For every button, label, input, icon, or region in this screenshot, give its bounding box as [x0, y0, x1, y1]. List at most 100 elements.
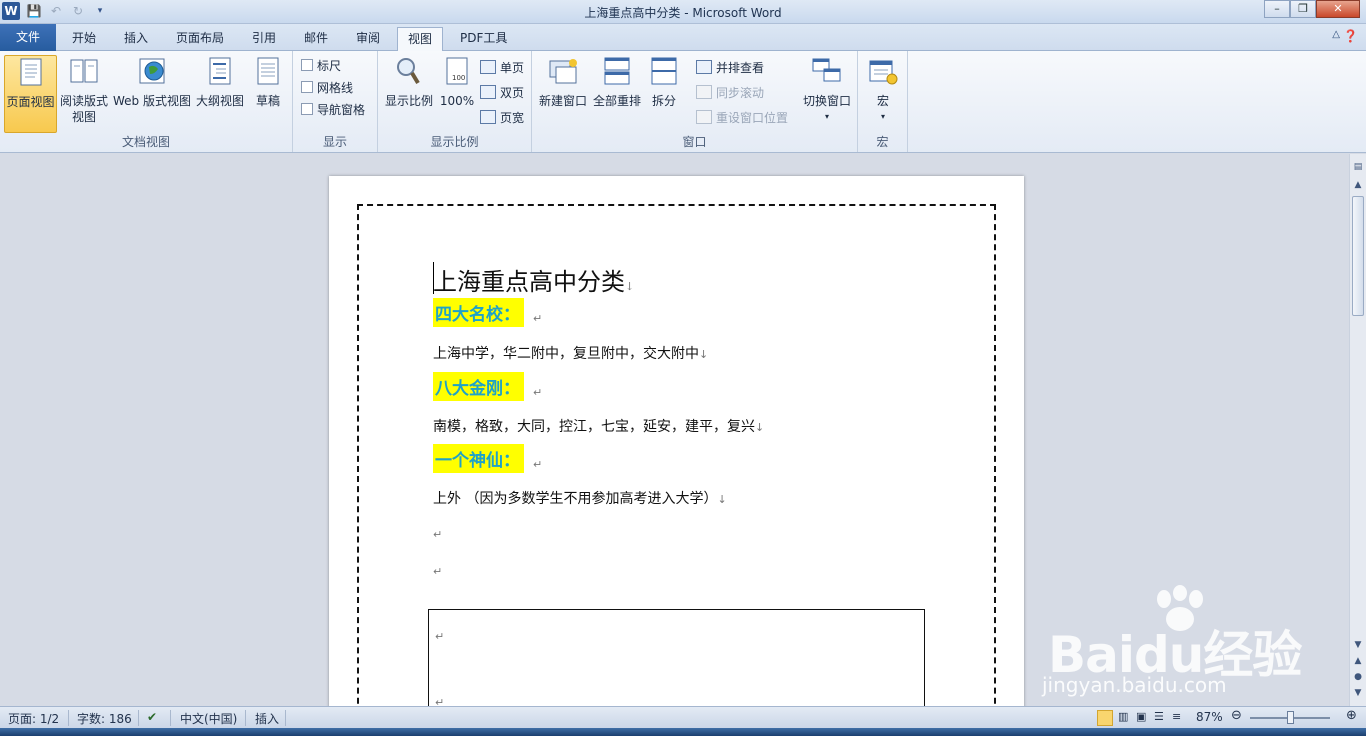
- group-label-macros: 宏: [876, 135, 889, 149]
- two-pages-icon: [480, 85, 496, 99]
- page-width-button[interactable]: 页宽: [480, 107, 524, 127]
- split-button[interactable]: 拆分: [644, 55, 684, 109]
- paragraph-mark: ↵: [533, 458, 543, 471]
- side-by-side-icon: [696, 60, 712, 74]
- macros-button[interactable]: 宏 ▾: [864, 55, 902, 125]
- tab-home[interactable]: 开始: [62, 27, 106, 51]
- web-layout-button[interactable]: Web 版式视图: [111, 55, 193, 109]
- synchronous-scrolling-button[interactable]: 同步滚动: [696, 82, 764, 102]
- page-width-icon: [480, 110, 496, 124]
- tab-references[interactable]: 引用: [242, 27, 286, 51]
- heading-four-schools[interactable]: 四大名校：: [433, 298, 524, 327]
- ribbon-tabs: 文件 开始 插入 页面布局 引用 邮件 审阅 视图 PDF工具 △ ❓: [0, 24, 1366, 52]
- switch-windows-button[interactable]: 切换窗口 ▾: [800, 55, 854, 125]
- vertical-scrollbar[interactable]: ▤ ▲ ▼ ▲ ● ▼: [1349, 154, 1366, 706]
- tab-file[interactable]: 文件: [0, 24, 56, 51]
- group-show: 标尺 网格线 导航窗格 显示: [293, 51, 378, 152]
- close-button[interactable]: ✕: [1316, 0, 1360, 18]
- tab-mailings[interactable]: 邮件: [294, 27, 338, 51]
- view-side-by-side-button[interactable]: 并排查看: [696, 57, 764, 77]
- group-document-views: 页面视图 阅读版式 视图 Web 版式视图 大纲视图 草稿 文档视图: [0, 51, 293, 152]
- zoom-100-button[interactable]: 100 100%: [438, 55, 476, 109]
- maximize-button[interactable]: ❐: [1290, 0, 1316, 18]
- next-page-icon[interactable]: ▼: [1350, 688, 1366, 702]
- minimize-button[interactable]: –: [1264, 0, 1290, 18]
- print-layout-view-icon[interactable]: [1097, 710, 1113, 726]
- word-count[interactable]: 字数: 186: [77, 710, 132, 727]
- one-page-button[interactable]: 单页: [480, 57, 524, 77]
- scroll-thumb[interactable]: [1352, 196, 1364, 316]
- ruler-check-icon: [301, 59, 313, 71]
- full-screen-reading-button[interactable]: 阅读版式 视图: [58, 55, 110, 125]
- print-layout-button[interactable]: 页面视图: [4, 55, 57, 133]
- heading-one-school[interactable]: 一个神仙：: [433, 444, 524, 473]
- magnifier-icon: [397, 58, 420, 85]
- tab-insert[interactable]: 插入: [114, 27, 158, 51]
- line-break-mark: ↓: [717, 493, 727, 506]
- document-page[interactable]: 上海重点高中分类↓ 四大名校： ↵ 上海中学，华二附中，复旦附中，交大附中↓ 八…: [329, 176, 1024, 706]
- ruler-toggle-icon[interactable]: ▤: [1350, 162, 1366, 176]
- navpane-check-icon: [301, 103, 313, 115]
- navigation-pane-checkbox[interactable]: 导航窗格: [301, 99, 365, 119]
- textbox-paragraph-mark: ↵: [435, 696, 445, 706]
- tab-view[interactable]: 视图: [397, 27, 444, 52]
- ruler-checkbox[interactable]: 标尺: [301, 55, 341, 75]
- new-window-icon: [549, 59, 577, 84]
- gridlines-checkbox[interactable]: 网格线: [301, 77, 353, 97]
- status-divider: [68, 710, 69, 726]
- scroll-down-icon[interactable]: ▼: [1350, 640, 1366, 654]
- page-count[interactable]: 页面: 1/2: [8, 710, 59, 727]
- outline-button[interactable]: 大纲视图: [194, 55, 246, 109]
- macros-icon: [869, 60, 898, 85]
- zoom-button[interactable]: 显示比例: [382, 55, 436, 109]
- two-pages-button[interactable]: 双页: [480, 82, 524, 102]
- empty-paragraph-mark: ↵: [433, 528, 443, 541]
- scroll-up-icon[interactable]: ▲: [1350, 180, 1366, 194]
- line-break-mark: ↓: [699, 348, 709, 361]
- document-area[interactable]: 上海重点高中分类↓ 四大名校： ↵ 上海中学，华二附中，复旦附中，交大附中↓ 八…: [0, 154, 1349, 706]
- title-bar: W 💾 ↶ ↻ ▾ 上海重点高中分类 - Microsoft Word – ❐ …: [0, 0, 1366, 24]
- previous-page-icon[interactable]: ▲: [1350, 656, 1366, 670]
- tab-review[interactable]: 审阅: [346, 27, 390, 51]
- empty-paragraph-mark: ↵: [433, 565, 443, 578]
- os-taskbar: [0, 728, 1366, 736]
- browse-object-icon[interactable]: ●: [1350, 672, 1366, 686]
- tab-pdf-tools[interactable]: PDF工具: [450, 27, 517, 51]
- split-icon: [651, 57, 677, 85]
- document-title[interactable]: 上海重点高中分类↓: [433, 262, 634, 297]
- proofing-icon[interactable]: ✔: [147, 710, 157, 724]
- gridlines-check-icon: [301, 81, 313, 93]
- minimize-ribbon-icon[interactable]: △: [1332, 29, 1340, 40]
- status-divider: [285, 710, 286, 726]
- text-eight-schools[interactable]: 南模，格致，大同，控江，七宝，延安，建平，复兴↓: [433, 416, 764, 436]
- zoom-slider-thumb[interactable]: [1287, 711, 1294, 724]
- help-icon[interactable]: ❓: [1343, 29, 1358, 43]
- switch-windows-icon: [812, 58, 841, 82]
- reset-window-position-button[interactable]: 重设窗口位置: [696, 107, 788, 127]
- arrange-all-button[interactable]: 全部重排: [590, 55, 644, 109]
- insert-mode[interactable]: 插入: [255, 710, 279, 727]
- window-title: 上海重点高中分类 - Microsoft Word: [584, 6, 782, 20]
- zoom-level[interactable]: 87%: [1196, 710, 1223, 724]
- outline-view-icon[interactable]: ☰: [1154, 710, 1164, 723]
- text-four-schools[interactable]: 上海中学，华二附中，复旦附中，交大附中↓: [433, 343, 708, 363]
- text-one-school[interactable]: 上外 （因为多数学生不用参加高考进入大学）↓: [433, 488, 727, 508]
- switch-windows-dropdown-icon: ▾: [824, 112, 829, 121]
- zoom-in-icon[interactable]: ⊕: [1346, 708, 1357, 723]
- group-label-document-views: 文档视图: [121, 135, 170, 149]
- text-box[interactable]: ↵ ↵: [428, 609, 925, 706]
- new-window-button[interactable]: 新建窗口: [536, 55, 590, 109]
- line-break-mark: ↓: [625, 280, 635, 293]
- status-divider: [245, 710, 246, 726]
- one-page-icon: [480, 60, 496, 74]
- zoom-out-icon[interactable]: ⊖: [1231, 708, 1242, 723]
- draft-button[interactable]: 草稿: [248, 55, 288, 109]
- tab-page-layout[interactable]: 页面布局: [166, 27, 234, 51]
- window-controls: – ❐ ✕: [1264, 0, 1360, 18]
- web-view-icon[interactable]: ▣: [1136, 710, 1146, 723]
- language[interactable]: 中文(中国): [180, 710, 237, 727]
- reset-position-icon: [696, 110, 712, 124]
- heading-eight-schools[interactable]: 八大金刚：: [433, 372, 524, 401]
- draft-view-icon[interactable]: ≡: [1172, 710, 1181, 723]
- reading-view-icon[interactable]: ▥: [1118, 710, 1128, 723]
